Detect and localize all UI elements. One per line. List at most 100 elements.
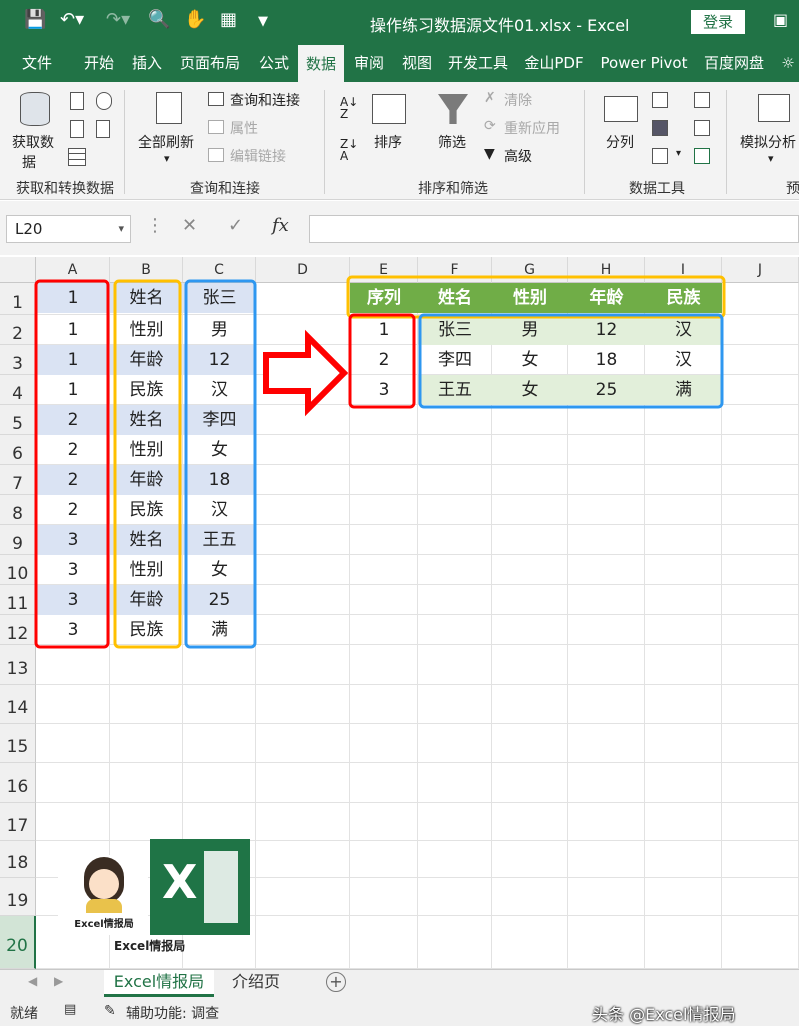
result-header-f[interactable]: 姓名 bbox=[418, 283, 492, 313]
cell-a9[interactable]: 3 bbox=[36, 525, 110, 555]
tab-page-layout[interactable]: 页面布局 bbox=[176, 44, 244, 82]
cell-c11[interactable]: 25 bbox=[183, 585, 256, 615]
redo-icon[interactable]: ↷▾ bbox=[106, 9, 130, 30]
cell-a2[interactable]: 1 bbox=[36, 315, 110, 345]
result-header-h[interactable]: 年龄 bbox=[568, 283, 645, 313]
tab-kingsoft-pdf[interactable]: 金山PDF bbox=[520, 44, 588, 82]
scroll-left-icon[interactable]: ◀ bbox=[28, 974, 37, 988]
what-if-button[interactable]: 模拟分析 bbox=[740, 132, 796, 152]
recent-sources-icon[interactable] bbox=[96, 92, 112, 110]
cell-b5[interactable]: 姓名 bbox=[110, 405, 183, 435]
row-header-13[interactable]: 13 bbox=[0, 645, 36, 685]
select-all-corner[interactable] bbox=[0, 257, 36, 283]
cancel-icon[interactable]: ✕ bbox=[182, 215, 197, 236]
row-header-14[interactable]: 14 bbox=[0, 685, 36, 724]
cell-a8[interactable]: 2 bbox=[36, 495, 110, 525]
result-cell-g3[interactable]: 女 bbox=[492, 345, 568, 375]
row-header-8[interactable]: 8 bbox=[0, 495, 36, 525]
column-header-j[interactable]: J bbox=[722, 257, 799, 283]
sheet-tab-intro[interactable]: 介绍页 bbox=[222, 970, 290, 997]
row-header-20[interactable]: 20 bbox=[0, 916, 36, 969]
tab-data[interactable]: 数据 bbox=[298, 44, 344, 82]
lightbulb-icon[interactable]: ☼ bbox=[778, 44, 798, 82]
refresh-all-icon[interactable] bbox=[156, 92, 182, 124]
cell-c6[interactable]: 女 bbox=[183, 435, 256, 465]
customize-qat-icon[interactable]: ▼ bbox=[258, 14, 268, 29]
macro-record-icon[interactable]: ▤ bbox=[64, 1002, 76, 1017]
result-cell-e2[interactable]: 1 bbox=[350, 315, 418, 345]
cell-c12[interactable]: 满 bbox=[183, 615, 256, 645]
column-header-e[interactable]: E bbox=[350, 257, 418, 283]
accessibility-status[interactable]: 辅助功能: 调查 bbox=[126, 1003, 219, 1023]
row-header-12[interactable]: 12 bbox=[0, 615, 36, 645]
result-cell-h3[interactable]: 18 bbox=[568, 345, 645, 375]
tab-formulas[interactable]: 公式 bbox=[252, 44, 296, 82]
row-header-16[interactable]: 16 bbox=[0, 763, 36, 803]
data-model-icon[interactable] bbox=[694, 148, 710, 164]
row-header-6[interactable]: 6 bbox=[0, 435, 36, 465]
undo-icon[interactable]: ↶▾ bbox=[60, 9, 84, 30]
login-button[interactable]: 登录 bbox=[691, 10, 745, 34]
row-header-4[interactable]: 4 bbox=[0, 375, 36, 405]
result-cell-i4[interactable]: 满 bbox=[645, 375, 722, 405]
column-header-d[interactable]: D bbox=[256, 257, 350, 283]
advanced-filter-button[interactable]: 高级 bbox=[504, 146, 532, 166]
row-header-18[interactable]: 18 bbox=[0, 841, 36, 878]
cell-b3[interactable]: 年龄 bbox=[110, 345, 183, 375]
column-header-a[interactable]: A bbox=[36, 257, 110, 283]
sort-az-icon[interactable]: A↓ Z bbox=[340, 96, 358, 120]
result-cell-f3[interactable]: 李四 bbox=[418, 345, 492, 375]
cell-c5[interactable]: 李四 bbox=[183, 405, 256, 435]
tab-baidu-netdisk[interactable]: 百度网盘 bbox=[700, 44, 768, 82]
row-header-11[interactable]: 11 bbox=[0, 585, 36, 615]
filter-button[interactable]: 筛选 bbox=[438, 132, 466, 152]
properties-button[interactable]: 属性 bbox=[230, 118, 258, 138]
flash-fill-icon[interactable] bbox=[652, 92, 668, 108]
add-sheet-icon[interactable]: + bbox=[326, 972, 346, 992]
cell-a4[interactable]: 1 bbox=[36, 375, 110, 405]
cell-b11[interactable]: 年龄 bbox=[110, 585, 183, 615]
sort-button[interactable]: 排序 bbox=[374, 132, 402, 152]
cell-b9[interactable]: 姓名 bbox=[110, 525, 183, 555]
result-header-g[interactable]: 性别 bbox=[492, 283, 568, 313]
row-header-15[interactable]: 15 bbox=[0, 724, 36, 763]
result-cell-e3[interactable]: 2 bbox=[350, 345, 418, 375]
cell-b12[interactable]: 民族 bbox=[110, 615, 183, 645]
result-cell-f2[interactable]: 张三 bbox=[418, 315, 492, 345]
row-header-3[interactable]: 3 bbox=[0, 345, 36, 375]
result-cell-e4[interactable]: 3 bbox=[350, 375, 418, 405]
cell-b4[interactable]: 民族 bbox=[110, 375, 183, 405]
reapply-button[interactable]: 重新应用 bbox=[504, 118, 560, 138]
row-header-19[interactable]: 19 bbox=[0, 878, 36, 916]
tab-view[interactable]: 视图 bbox=[396, 44, 438, 82]
result-cell-f4[interactable]: 王五 bbox=[418, 375, 492, 405]
cell-a11[interactable]: 3 bbox=[36, 585, 110, 615]
cell-a12[interactable]: 3 bbox=[36, 615, 110, 645]
data-validation-icon[interactable] bbox=[652, 148, 668, 164]
result-cell-i2[interactable]: 汉 bbox=[645, 315, 722, 345]
tab-file[interactable]: 文件 bbox=[14, 44, 60, 82]
cell-b6[interactable]: 性别 bbox=[110, 435, 183, 465]
cell-a7[interactable]: 2 bbox=[36, 465, 110, 495]
row-header-17[interactable]: 17 bbox=[0, 803, 36, 841]
column-header-h[interactable]: H bbox=[568, 257, 645, 283]
row-header-9[interactable]: 9 bbox=[0, 525, 36, 555]
from-web-icon[interactable] bbox=[70, 120, 84, 138]
column-header-b[interactable]: B bbox=[110, 257, 183, 283]
relationships-icon[interactable] bbox=[694, 120, 710, 136]
cell-c10[interactable]: 女 bbox=[183, 555, 256, 585]
name-box[interactable]: L20 ▾ bbox=[6, 215, 131, 243]
cell-c7[interactable]: 18 bbox=[183, 465, 256, 495]
cell-a6[interactable]: 2 bbox=[36, 435, 110, 465]
worksheet-grid[interactable]: ABCDEFGHIJ 1 2 3 4 5 6 7 8 9 10 11 12 13 14 15 16 17 18 19… bbox=[0, 257, 799, 969]
cell-b8[interactable]: 民族 bbox=[110, 495, 183, 525]
touch-mode-icon[interactable]: ✋ bbox=[184, 9, 206, 30]
data-validation-dropdown-icon[interactable]: ▾ bbox=[676, 148, 681, 159]
cell-a10[interactable]: 3 bbox=[36, 555, 110, 585]
formula-input[interactable] bbox=[309, 215, 799, 243]
cell-a5[interactable]: 2 bbox=[36, 405, 110, 435]
result-header-e[interactable]: 序列 bbox=[350, 283, 418, 313]
cell-c1[interactable]: 张三 bbox=[183, 283, 256, 313]
edit-links-button[interactable]: 编辑链接 bbox=[230, 146, 286, 166]
result-cell-i3[interactable]: 汉 bbox=[645, 345, 722, 375]
